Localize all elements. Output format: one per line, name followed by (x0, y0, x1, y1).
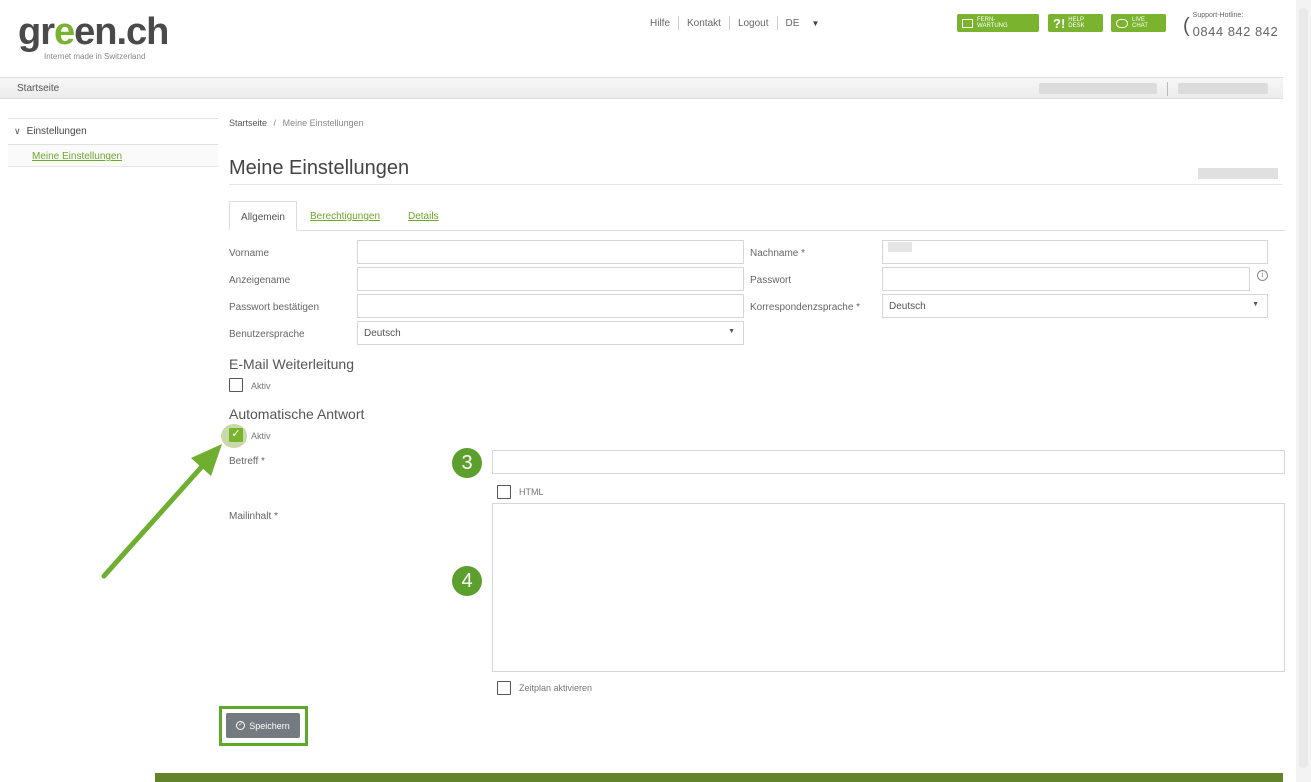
bar-divider (1167, 82, 1168, 96)
page-title: Meine Einstellungen (229, 157, 410, 179)
startseite-link[interactable]: Startseite (17, 83, 59, 94)
redacted-account-info (1039, 83, 1157, 94)
redacted-info (1198, 168, 1278, 179)
weiterleitung-aktiv-checkbox[interactable] (229, 378, 243, 392)
nachname-field[interactable] (882, 240, 1268, 264)
fernwartung-button[interactable]: FERN- WARTUNG (957, 14, 1039, 32)
livechat-button[interactable]: LIVE CHAT (1111, 14, 1166, 32)
footer-bar (155, 773, 1283, 782)
phone-icon: ( (1183, 14, 1190, 37)
step-badge-4: 4 (452, 566, 482, 596)
sidebar: ∨ Einstellungen Meine Einstellungen (8, 118, 218, 167)
sidebar-section-einstellungen[interactable]: ∨ Einstellungen (8, 118, 218, 145)
breadcrumb-current: Meine Einstellungen (282, 118, 364, 128)
nav-divider (728, 16, 730, 30)
vorname-label: Vorname (229, 248, 270, 259)
mailinhalt-textarea[interactable] (492, 503, 1285, 672)
language-selector[interactable]: DE (786, 18, 800, 29)
autoreply-aktiv-checkbox[interactable]: ✓ (229, 428, 243, 442)
logo-tagline: Internet made in Switzerland (44, 52, 146, 61)
chevron-down-icon: ∨ (14, 126, 21, 136)
breadcrumb-home[interactable]: Startseite (229, 118, 267, 128)
korrespondenzsprache-label: Korrespondenzsprache * (750, 302, 861, 313)
logout-link[interactable]: Logout (738, 18, 769, 29)
passwort-label: Passwort (750, 275, 792, 286)
weiterleitung-title: E-Mail Weiterleitung (229, 356, 355, 372)
step-badge-3: 3 (452, 448, 482, 478)
passwort-bestaetigen-label: Passwort bestätigen (229, 302, 320, 313)
nav-divider (776, 16, 778, 30)
chat-bubble-icon (1116, 18, 1128, 28)
vorname-field[interactable] (357, 240, 744, 264)
betreff-field[interactable] (492, 450, 1285, 474)
tab-allgemein[interactable]: Allgemein (229, 201, 297, 231)
passwort-bestaetigen-field[interactable] (357, 294, 744, 318)
save-button[interactable]: ✓ Speichern (226, 713, 300, 738)
html-label: HTML (519, 487, 544, 497)
anzeigename-field[interactable] (357, 267, 744, 291)
mailinhalt-label: Mailinhalt * (229, 511, 278, 522)
nachname-label: Nachname * (750, 248, 806, 259)
nav-divider (678, 16, 680, 30)
scrollbar-thumb[interactable] (1299, 8, 1308, 768)
logo-wordmark: green.ch (18, 11, 169, 53)
autoreply-aktiv-label: Aktiv (251, 431, 271, 441)
tab-bar: Allgemein Berechtigungen Details (229, 201, 1285, 231)
korrespondenzsprache-select[interactable]: Deutsch ▼ (882, 294, 1268, 318)
check-circle-icon: ✓ (236, 721, 246, 730)
benutzersprache-select[interactable]: Deutsch ▼ (357, 321, 744, 345)
tab-berechtigungen[interactable]: Berechtigungen (310, 201, 380, 231)
autoreply-title: Automatische Antwort (229, 406, 365, 422)
logo[interactable]: green.ch Internet made in Switzerland (18, 11, 169, 61)
caret-down-icon[interactable]: ▼ (811, 19, 819, 28)
title-divider (229, 184, 1282, 185)
passwort-field[interactable] (882, 267, 1250, 291)
redacted-user-info (1178, 83, 1268, 94)
tab-details[interactable]: Details (408, 201, 439, 231)
helpdesk-button[interactable]: ?! HELP DESK (1048, 14, 1103, 32)
main-nav-bar: Startseite (0, 77, 1283, 99)
redacted-value (888, 242, 912, 252)
caret-down-icon: ▼ (1252, 301, 1259, 308)
check-icon: ✓ (231, 428, 241, 440)
betreff-label: Betreff * (229, 456, 265, 467)
anzeigename-label: Anzeigename (229, 275, 291, 286)
remote-screen-icon (962, 18, 973, 28)
html-checkbox[interactable] (497, 485, 511, 499)
weiterleitung-aktiv-label: Aktiv (251, 381, 271, 391)
benutzersprache-label: Benutzersprache (229, 329, 305, 340)
sidebar-item-meine-einstellungen[interactable]: Meine Einstellungen (8, 145, 218, 167)
top-nav: Hilfe Kontakt Logout DE ▼ (650, 16, 819, 30)
contact-link[interactable]: Kontakt (687, 18, 721, 29)
zeitplan-checkbox[interactable] (497, 681, 511, 695)
support-hotline: ( Support-Hotline: 0844 842 842 (1183, 12, 1279, 39)
zeitplan-label: Zeitplan aktivieren (519, 683, 593, 693)
helpdesk-icon: ?! (1053, 15, 1066, 31)
caret-down-icon: ▼ (728, 328, 735, 335)
breadcrumb: Startseite / Meine Einstellungen (229, 118, 364, 128)
info-icon[interactable]: i (1257, 270, 1268, 281)
help-link[interactable]: Hilfe (650, 18, 670, 29)
